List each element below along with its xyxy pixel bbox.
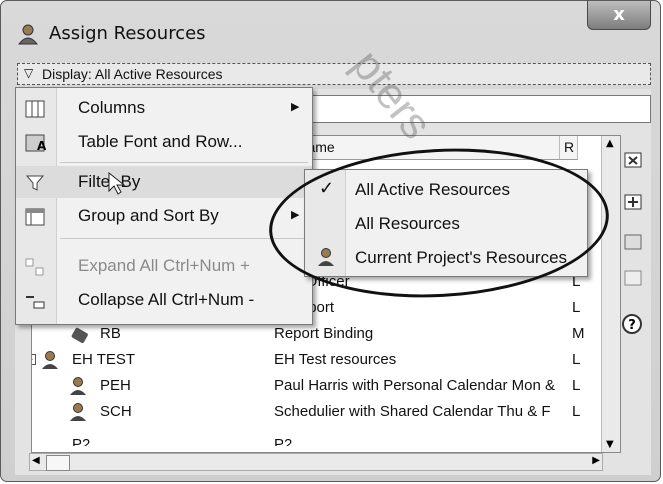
row-r: M (572, 325, 585, 342)
menu-item-filter-by[interactable]: Filter By (16, 166, 312, 198)
collapse-all-icon (26, 296, 45, 309)
row-r: L (572, 299, 581, 316)
help-icon[interactable]: ? (619, 311, 645, 337)
row-name: Paul Harris with Personal Calendar Mon & (274, 377, 555, 394)
submenu-item-current-project-resources[interactable]: Current Project's Resources (305, 240, 587, 274)
vertical-scrollbar[interactable]: ▲ ▼ (601, 136, 620, 452)
menu-item-label: Table Font and Row... (78, 132, 243, 151)
submenu-arrow-icon: ▶ (291, 209, 300, 221)
menu-separator (60, 238, 308, 239)
collapse-node-icon[interactable]: − (32, 354, 36, 365)
filter-icon (25, 175, 45, 191)
row-name: Report Binding (274, 325, 374, 342)
display-filter-label: Display: All Active Resources (42, 66, 223, 82)
submenu-arrow-icon: ▶ (291, 101, 300, 113)
row-r: L (572, 377, 581, 394)
row-r: L (572, 351, 581, 368)
context-menu: Columns ▶ A Table Font and Row... Filter… (15, 87, 313, 325)
submenu-item-label: All Resources (355, 214, 460, 233)
mouse-cursor-icon (108, 172, 126, 195)
table-row[interactable]: SCH Schedulier with Shared Calendar Thu … (32, 400, 602, 426)
remove-resource-icon[interactable] (619, 147, 645, 173)
menu-item-collapse-all[interactable]: Collapse All Ctrl+Num - (16, 284, 312, 316)
table-font-icon: A (25, 134, 46, 153)
add-resource-icon[interactable] (619, 189, 645, 215)
menu-item-expand-all: Expand All Ctrl+Num + (16, 250, 312, 282)
row-id: SCH (100, 403, 132, 420)
expand-all-icon (25, 258, 44, 276)
menu-item-group-sort[interactable]: Group and Sort By ▶ (16, 200, 312, 232)
user-icon (318, 248, 334, 266)
replace-resource-icon[interactable] (619, 229, 645, 255)
submenu-item-all-resources[interactable]: All Resources (305, 206, 587, 240)
row-r: L (572, 403, 581, 420)
row-id: P2 (72, 436, 91, 446)
scroll-left-icon[interactable]: ◀ (32, 455, 40, 466)
submenu-item-label: Current Project's Resources (355, 248, 568, 267)
resource-person-icon (17, 24, 39, 45)
row-name: l Support (274, 299, 558, 316)
row-name: EH Test resources (274, 351, 397, 368)
scroll-up-icon[interactable]: ▲ (606, 138, 614, 149)
table-row[interactable]: PEH Paul Harris with Personal Calendar M… (32, 374, 602, 400)
user-icon (70, 377, 86, 395)
user-icon (70, 403, 86, 421)
assign-resources-window: Assign Resources x ▽ Display: All Active… (0, 0, 661, 482)
columns-icon (25, 100, 45, 118)
row-name: P2 (274, 436, 293, 446)
column-header-r[interactable]: R (560, 136, 578, 160)
menu-item-label: Collapse All Ctrl+Num - (78, 290, 255, 309)
menu-item-label: Expand All Ctrl+Num + (78, 256, 250, 275)
submenu-item-label: All Active Resources (355, 180, 510, 199)
scroll-down-icon[interactable]: ▼ (606, 439, 614, 450)
row-name: Schedulier with Shared Calendar Thu & F (274, 403, 551, 420)
search-input[interactable] (305, 95, 651, 123)
material-resource-icon (71, 327, 88, 343)
close-button[interactable]: x (587, 1, 651, 30)
menu-item-label: Group and Sort By (78, 206, 219, 225)
svg-text:?: ? (628, 318, 636, 333)
group-sort-icon (25, 208, 45, 226)
checkmark-icon: ✓ (319, 178, 335, 198)
table-row[interactable]: − EH TEST EH Test resources L (32, 348, 602, 374)
display-filter-bar[interactable]: ▽ Display: All Active Resources (17, 63, 651, 85)
row-id: EH TEST (72, 351, 136, 368)
menu-separator (60, 162, 308, 163)
row-id: RB (100, 325, 121, 342)
submenu-item-all-active-resources[interactable]: ✓ All Active Resources (305, 172, 587, 206)
svg-text:A: A (37, 139, 46, 153)
column-header-name[interactable]: rce Name (270, 136, 560, 160)
scroll-right-icon[interactable]: ▶ (592, 455, 600, 466)
filter-by-submenu: ✓ All Active Resources All Resources Cur… (304, 169, 588, 277)
window-title: Assign Resources (49, 23, 206, 44)
menu-item-label: Columns (78, 98, 146, 117)
chevron-down-icon: ▽ (24, 66, 34, 80)
menu-item-columns[interactable]: Columns ▶ (16, 92, 312, 124)
user-icon (42, 351, 58, 369)
graphs-icon[interactable] (619, 265, 645, 291)
row-id: PEH (100, 377, 131, 394)
title-bar[interactable]: Assign Resources x (1, 1, 660, 57)
horizontal-scrollbar[interactable]: ◀ ▶ (29, 453, 603, 471)
scroll-thumb[interactable] (46, 455, 70, 471)
table-row[interactable]: RB Report Binding M (32, 322, 602, 348)
menu-item-table-font[interactable]: A Table Font and Row... (16, 126, 312, 158)
table-row[interactable]: P2 P2 (32, 426, 602, 446)
